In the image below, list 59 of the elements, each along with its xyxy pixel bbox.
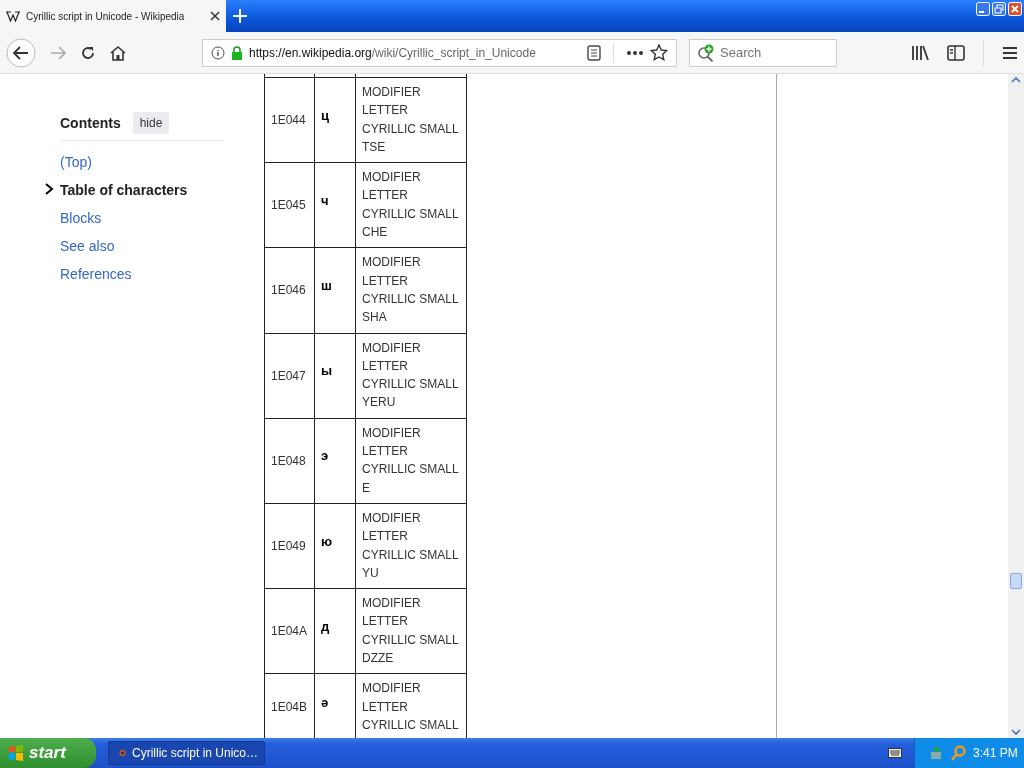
glyph-cell: ю — [314, 503, 356, 589]
wikipedia-logo-icon — [6, 10, 20, 22]
code-point-cell: 1E04A — [264, 588, 315, 674]
restore-icon[interactable] — [992, 2, 1006, 16]
reload-icon[interactable] — [80, 44, 96, 61]
chevron-right-icon — [45, 183, 54, 195]
address-bar[interactable]: https://en.wikipedia.org/wiki/Cyrillic_script_in_Unicode — [202, 38, 677, 67]
glyph-cell: ц — [314, 77, 356, 163]
code-point-cell: 1E048 — [264, 418, 315, 504]
taskbar-button[interactable]: Cyrillic script in Unico… — [108, 741, 265, 765]
close-window-icon[interactable] — [1008, 2, 1022, 16]
scroll-up-icon[interactable] — [1011, 76, 1021, 83]
character-name-cell: MODIFIER LETTER CYRILLIC SMALL YERU — [355, 333, 467, 419]
search-field[interactable]: Search — [689, 38, 837, 67]
code-point-cell: 1E045 — [264, 162, 315, 248]
toc-link[interactable]: Table of characters — [60, 179, 264, 207]
glyph-cell: ч — [314, 162, 356, 248]
character-name-cell: MODIFIER LETTER CYRILLIC SMALL SHA — [355, 247, 467, 334]
sidebar-icon[interactable] — [947, 44, 965, 61]
search-icon — [697, 43, 715, 62]
menu-icon[interactable] — [1002, 45, 1018, 60]
vertical-scrollbar[interactable] — [1008, 74, 1024, 738]
reader-view-icon[interactable] — [587, 44, 601, 61]
new-tab-icon[interactable] — [232, 8, 248, 24]
character-name-cell: MODIFIER LETTER CYRILLIC SMALL DZZE — [355, 588, 467, 674]
browser-tab[interactable]: Cyrillic script in Unicode - Wikipedia — [0, 0, 226, 32]
toc-link[interactable]: (Top) — [60, 151, 264, 179]
contents-heading: Contents — [60, 115, 121, 131]
code-point-cell: 1E046 — [264, 247, 315, 334]
scrollbar-thumb[interactable] — [1010, 573, 1022, 589]
toc-link[interactable]: See also — [60, 235, 264, 263]
character-name-cell: MODIFIER LETTER CYRILLIC SMALL TSE — [355, 77, 467, 163]
library-icon[interactable] — [911, 44, 929, 61]
bookmark-star-icon[interactable] — [650, 43, 668, 62]
info-icon — [211, 45, 225, 60]
windows-logo-icon — [8, 745, 24, 761]
toc-link[interactable]: References — [60, 263, 264, 291]
code-point-cell: 1E044 — [264, 77, 315, 163]
scroll-down-icon[interactable] — [1011, 729, 1021, 736]
glyph-cell: ш — [314, 247, 356, 334]
glyph-cell: э — [314, 418, 356, 504]
character-name-cell: MODIFIER LETTER CYRILLIC SMALL YU — [355, 503, 467, 589]
home-icon[interactable] — [110, 44, 126, 61]
code-point-cell: 1E047 — [264, 333, 315, 419]
glyph-cell: д — [314, 588, 356, 674]
clock-text: 3:41 PM — [973, 746, 1018, 760]
code-point-cell: 1E049 — [264, 503, 315, 589]
close-icon[interactable] — [210, 11, 220, 21]
toc-link[interactable]: Blocks — [60, 207, 264, 235]
character-name-cell: MODIFIER LETTER CYRILLIC SMALL E — [355, 418, 467, 504]
keyboard-icon[interactable] — [888, 748, 902, 758]
glyph-cell: ы — [314, 333, 356, 419]
hide-button[interactable]: hide — [132, 112, 170, 134]
padlock-icon — [231, 45, 243, 60]
more-icon[interactable] — [626, 49, 644, 56]
character-name-cell: MODIFIER LETTER CYRILLIC SMALL CHE — [355, 162, 467, 248]
minimize-icon[interactable] — [976, 2, 990, 16]
url-text: https://en.wikipedia.org/wiki/Cyrillic_script_in_Unicode — [249, 45, 537, 60]
back-icon[interactable] — [6, 37, 36, 68]
